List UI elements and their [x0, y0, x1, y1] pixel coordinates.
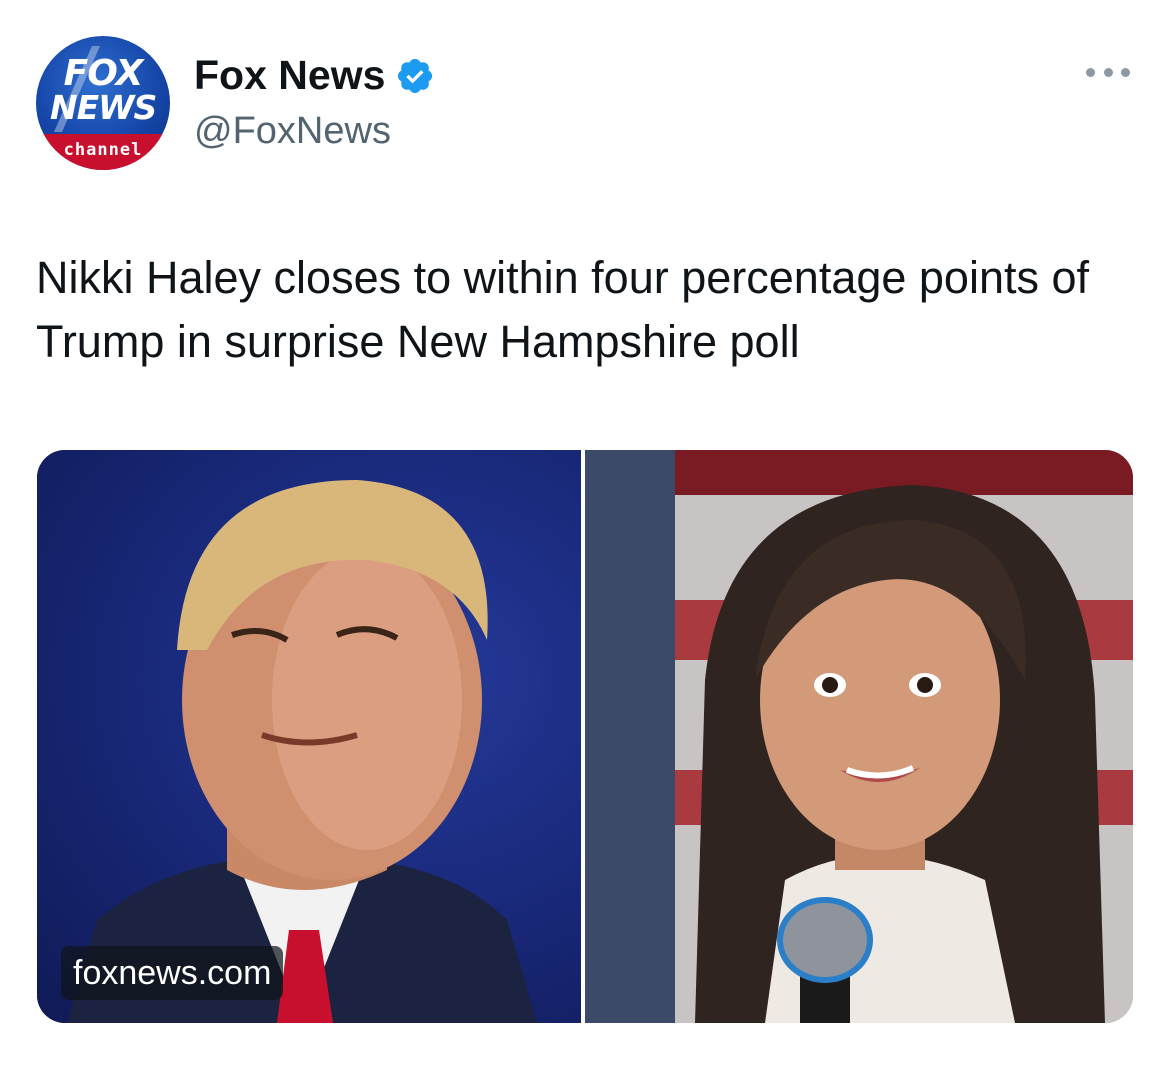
- more-horizontal-icon: [1086, 67, 1095, 77]
- media-image-right[interactable]: [585, 450, 1133, 1023]
- media-card[interactable]: foxnews.com: [37, 450, 1133, 1023]
- display-name-text: Fox News: [194, 52, 386, 98]
- handle[interactable]: @FoxNews: [194, 110, 391, 153]
- portrait-right-illustration: [585, 450, 1133, 1023]
- logo-text-fox: FOX: [63, 53, 144, 94]
- source-label: foxnews.com: [61, 946, 284, 1000]
- verified-badge-icon: [398, 58, 433, 93]
- tweet: FOX NEWS channel Fox News @FoxNews Nikki…: [0, 0, 1170, 1077]
- portrait-left-illustration: [67, 480, 537, 1023]
- more-horizontal-icon: [1121, 67, 1130, 77]
- tweet-text: Nikki Haley closes to within four percen…: [36, 252, 1090, 367]
- logo-text-channel: channel: [63, 140, 143, 160]
- display-name[interactable]: Fox News: [194, 52, 435, 99]
- logo-text-news: NEWS: [50, 88, 157, 127]
- logo-channel-band: channel: [36, 134, 170, 170]
- more-menu-button[interactable]: [1086, 60, 1130, 84]
- more-horizontal-icon: [1103, 67, 1113, 77]
- media-image-left[interactable]: foxnews.com: [37, 450, 581, 1023]
- avatar[interactable]: FOX NEWS channel: [36, 36, 170, 170]
